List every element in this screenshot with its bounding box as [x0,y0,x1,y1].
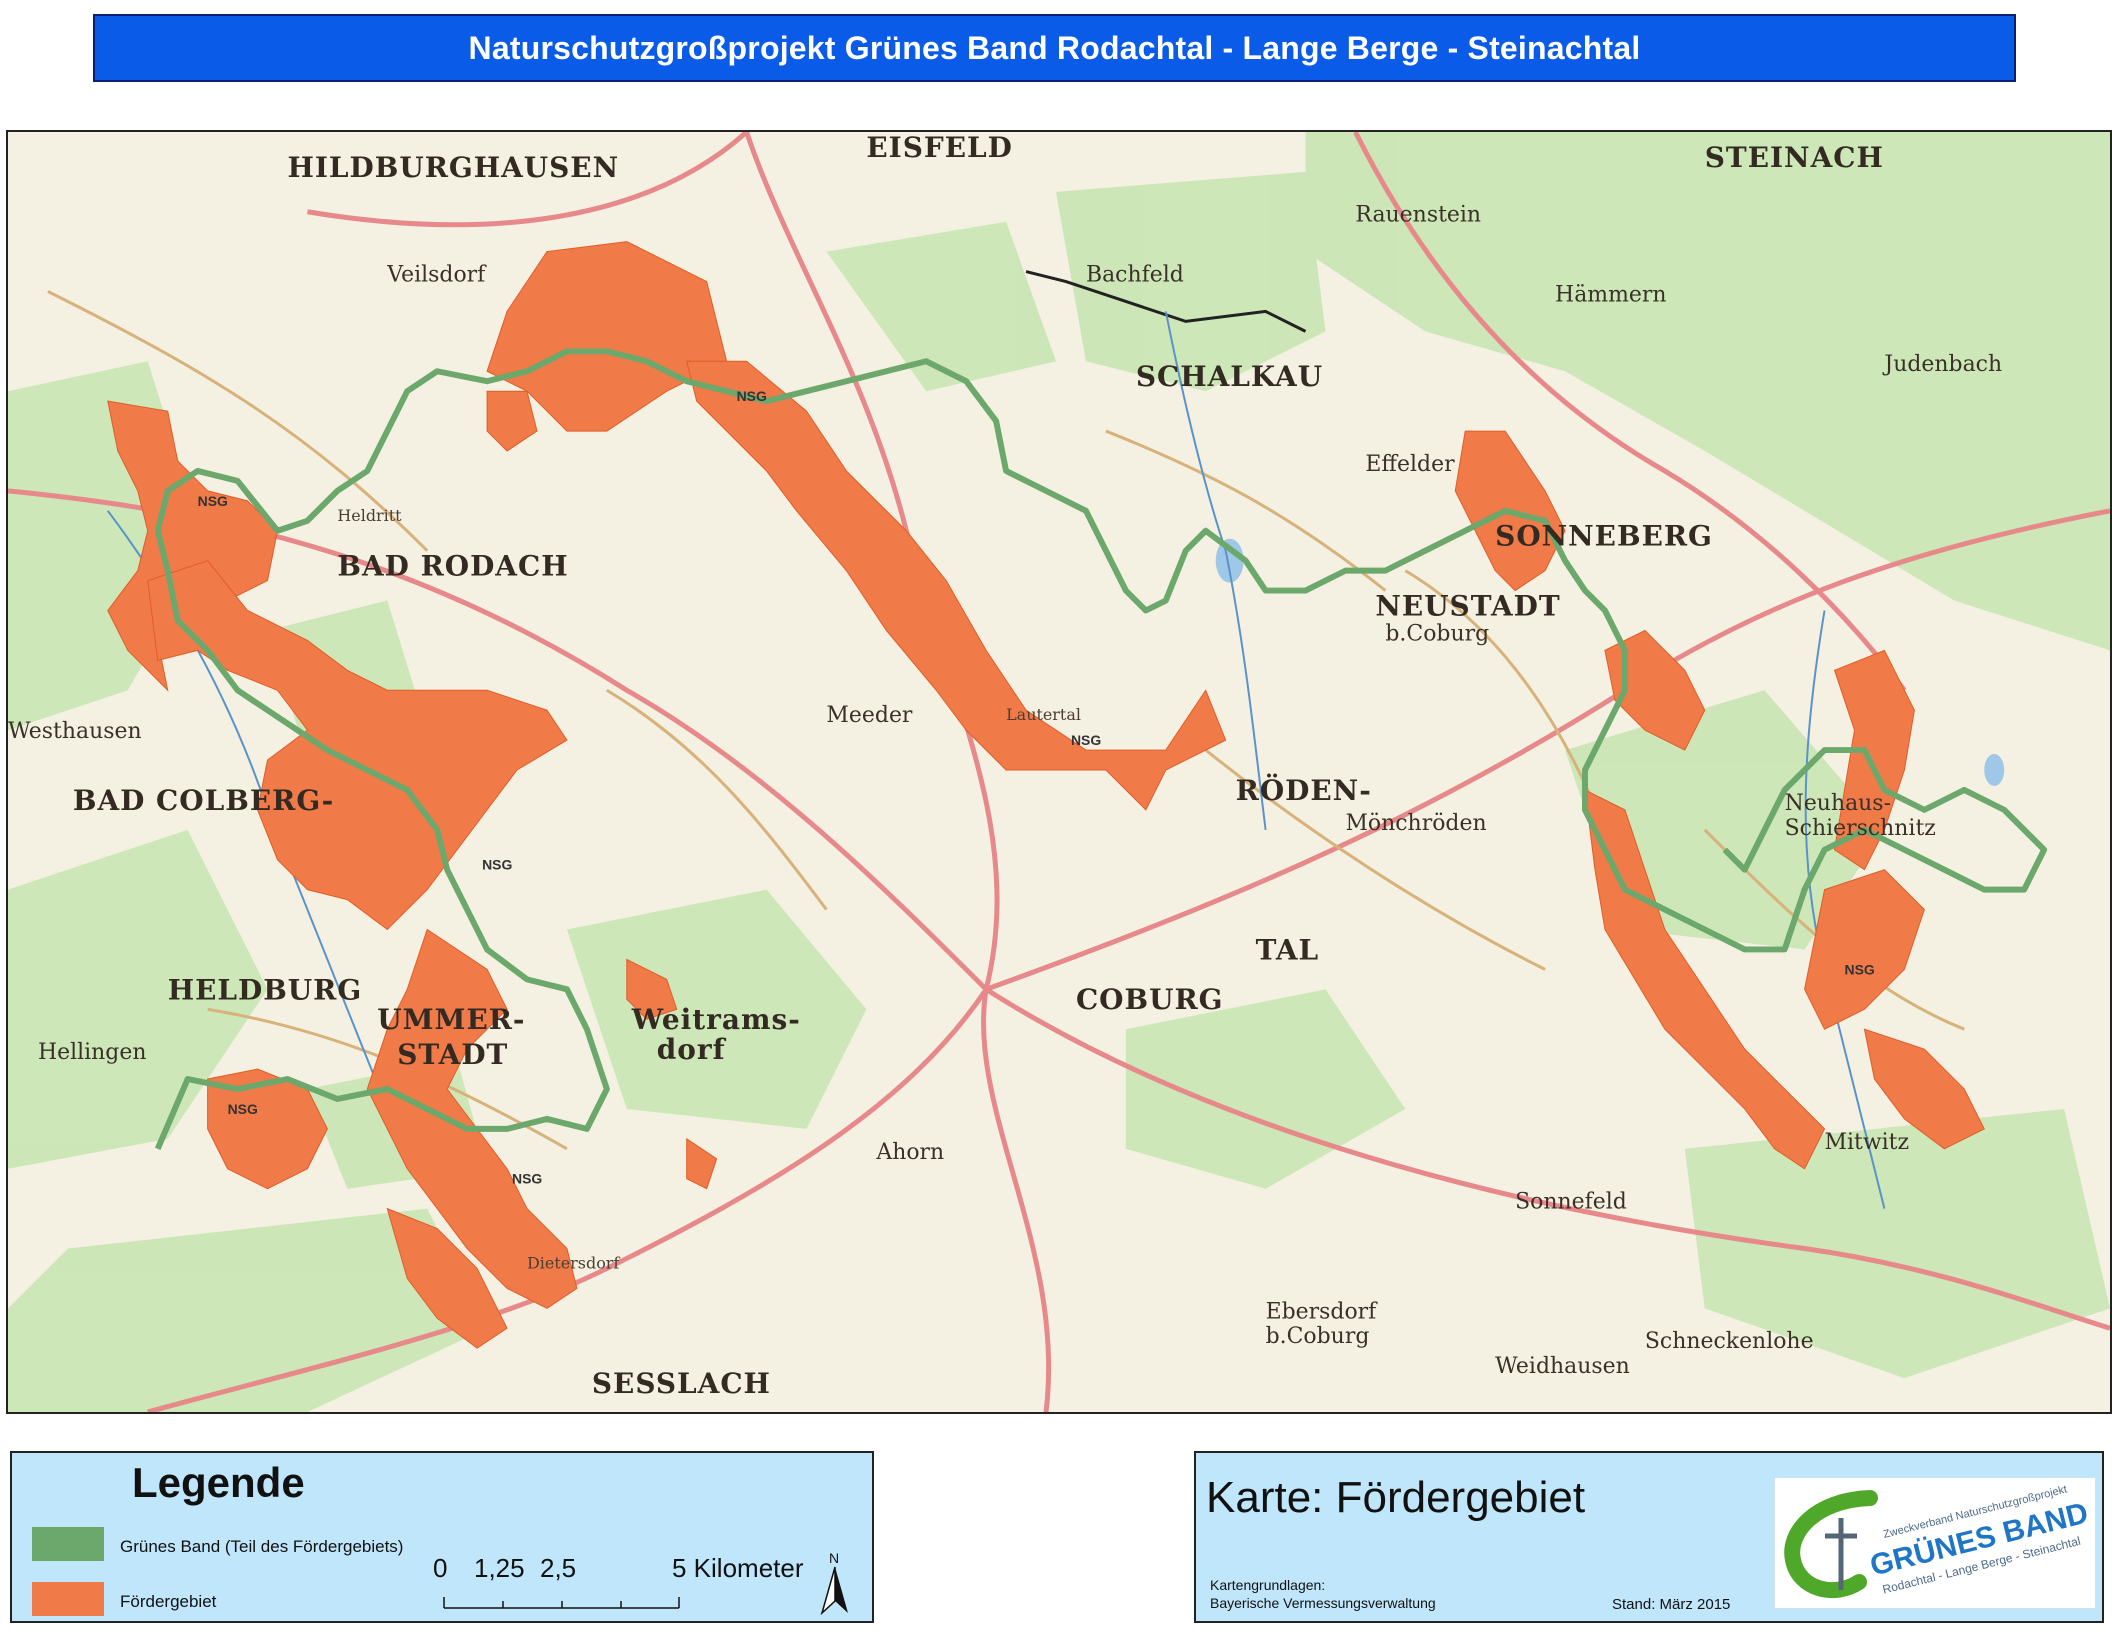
label-moenchroeden: Mönchröden [1345,811,1486,836]
foerdergebiet-swatch [32,1582,104,1616]
label-ummerstadt: UMMER- [377,1003,525,1036]
gruenes-band-logo: Zweckverband Naturschutzgroßprojekt GRÜN… [1774,1477,2096,1609]
nsg-label: NSG [737,388,767,404]
label-hellingen: Hellingen [38,1040,147,1065]
date-text: Stand: März 2015 [1612,1596,1731,1613]
legend-label-gruenes-band: Grünes Band (Teil des Fördergebiets) [120,1537,404,1556]
source-text: Bayerische Vermessungsverwaltung [1210,1595,1436,1611]
label-ummerstadt-sub: STADT [397,1038,508,1071]
label-heldburg: HELDBURG [168,973,363,1006]
label-westhausen: Westhausen [8,719,142,744]
scale-label-2-5: 2,5 [540,1553,577,1583]
label-neuhaus-schierschnitz: Neuhaus- [1785,791,1891,816]
label-neustadt: NEUSTADT [1375,590,1560,623]
nsg-label: NSG [198,493,228,509]
label-schneckenlohe: Schneckenlohe [1645,1329,1814,1354]
scale-label-5-km: 5 Kilometer [672,1553,804,1583]
label-neuhaus-schierschnitz-sub: Schierschnitz [1785,816,1936,841]
scale-label-0: 0 [433,1553,448,1583]
topographic-map[interactable]: HILDBURGHAUSEN EISFELD STEINACH Veilsdor… [6,130,2112,1414]
scale-label-1-25: 1,25 [474,1553,525,1583]
label-hildburghausen: HILDBURGHAUSEN [287,151,619,184]
label-veilsdorf: Veilsdorf [386,263,487,288]
label-weidhausen: Weidhausen [1495,1354,1630,1379]
logo-graphic: Zweckverband Naturschutzgroßprojekt GRÜN… [1784,1484,2092,1598]
label-bad-colberg: BAD COLBERG- [73,784,334,817]
nsg-label: NSG [1071,732,1101,748]
label-steinach: STEINACH [1705,141,1884,174]
scale-line [443,1597,680,1609]
label-eisfeld: EISFELD [866,132,1012,164]
label-schalkau: SCHALKAU [1136,360,1323,393]
label-haemmern: Hämmern [1555,282,1666,307]
source-label: Kartengrundlagen: [1210,1577,1326,1593]
label-rauenstein: Rauenstein [1355,203,1481,228]
label-sonneberg: SONNEBERG [1495,520,1713,553]
label-meeder: Meeder [826,703,913,728]
legend-panel: Legende Grünes Band (Teil des Fördergebi… [10,1451,874,1623]
label-effelder: Effelder [1365,452,1455,477]
scale-bar: 0 1,25 2,5 5 Kilometer [424,1553,804,1613]
nsg-label: NSG [1845,961,1875,977]
label-coburg: COBURG [1076,983,1224,1016]
label-judenbach: Judenbach [1882,352,2002,377]
label-roedental-sub: TAL [1256,933,1320,966]
map-canvas: HILDBURGHAUSEN EISFELD STEINACH Veilsdor… [8,132,2110,1412]
legend-title: Legende [132,1459,305,1506]
label-roedental: RÖDEN- [1236,773,1372,807]
label-ebersdorf: Ebersdorf [1266,1299,1379,1324]
label-weitramsdorf-sub: dorf [657,1033,727,1066]
label-neustadt-sub: b.Coburg [1385,621,1489,646]
map-title: Naturschutzgroßprojekt Grünes Band Rodac… [93,14,2016,82]
label-mitwitz: Mitwitz [1825,1130,1910,1155]
label-lautertal: Lautertal [1006,705,1081,724]
label-bad-rodach: BAD RODACH [337,550,568,583]
label-ahorn: Ahorn [875,1140,944,1165]
label-weitramsdorf: Weitrams- [631,1003,801,1036]
label-ebersdorf-sub: b.Coburg [1266,1324,1370,1349]
nsg-label: NSG [482,857,512,873]
legend-label-foerdergebiet: Fördergebiet [120,1592,217,1611]
label-sesslach: SESSLACH [592,1367,771,1400]
label-dietersdorf: Dietersdorf [527,1253,620,1272]
label-bachfeld: Bachfeld [1086,263,1184,288]
nsg-label: NSG [228,1101,258,1117]
north-arrow-icon: N [818,1549,852,1616]
label-sonnefeld: Sonnefeld [1515,1190,1627,1215]
map-subject-title: Karte: Fördergebiet [1206,1473,1586,1522]
gruenes-band-swatch [32,1527,104,1561]
info-panel: Karte: Fördergebiet Kartengrundlagen: Ba… [1194,1451,2104,1623]
label-heldritt: Heldritt [337,506,402,525]
nsg-label: NSG [512,1171,542,1187]
north-label: N [829,1550,839,1566]
